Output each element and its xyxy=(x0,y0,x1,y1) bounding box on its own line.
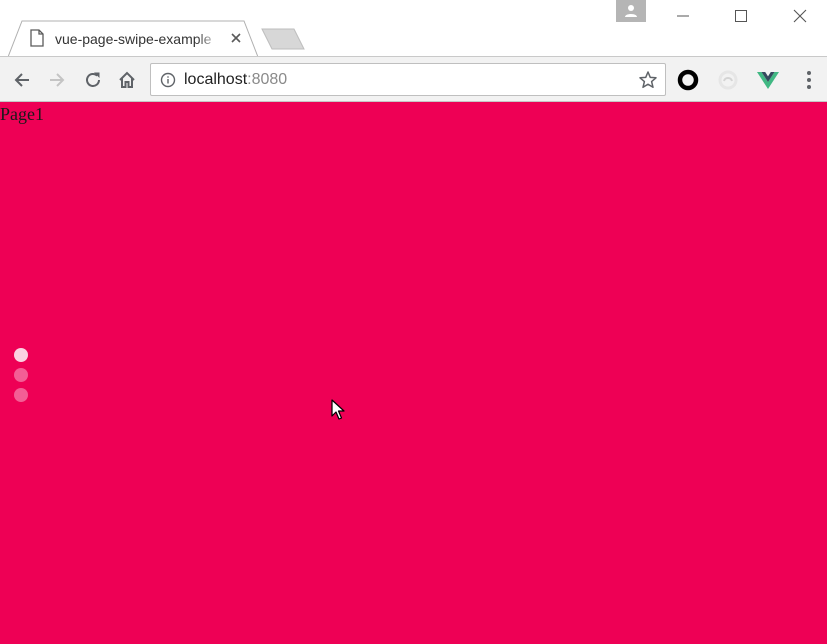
url-host: localhost xyxy=(184,71,248,88)
reload-button[interactable] xyxy=(80,67,106,93)
tab-title: vue-page-swipe-example xyxy=(55,31,212,47)
new-tab-icon[interactable] xyxy=(260,28,306,50)
vue-devtools-icon xyxy=(757,72,779,89)
ghost-extension-button[interactable] xyxy=(716,68,740,92)
vue-devtools-button[interactable] xyxy=(756,68,780,92)
minimize-icon xyxy=(677,15,689,17)
close-icon xyxy=(793,9,807,23)
arrow-right-icon xyxy=(50,73,65,87)
ghost-extension-icon xyxy=(718,70,738,90)
home-icon xyxy=(119,71,135,88)
maximize-icon xyxy=(735,10,747,22)
minimize-button[interactable] xyxy=(654,0,712,32)
url-port: :8080 xyxy=(247,71,288,88)
info-icon[interactable] xyxy=(160,72,176,88)
browser-window: vue-page-swipe-example localhost:8080 Pa… xyxy=(0,0,827,644)
mouse-cursor-icon xyxy=(331,399,345,420)
pagination-dot-2[interactable] xyxy=(14,368,28,382)
browser-toolbar: localhost:8080 xyxy=(0,56,827,102)
close-icon[interactable] xyxy=(229,31,243,45)
page-viewport[interactable]: Page1 xyxy=(0,102,827,644)
maximize-button[interactable] xyxy=(712,0,770,32)
ring-extension-button[interactable] xyxy=(676,68,700,92)
more-vertical-icon[interactable] xyxy=(798,67,820,93)
back-button[interactable] xyxy=(9,67,35,93)
forward-button[interactable] xyxy=(44,67,70,93)
tab-strip: vue-page-swipe-example xyxy=(0,0,827,57)
star-icon[interactable] xyxy=(638,70,658,90)
tab-active[interactable]: vue-page-swipe-example xyxy=(8,20,258,57)
address-url[interactable]: localhost:8080 xyxy=(184,71,287,89)
window-close-button[interactable] xyxy=(771,0,827,32)
profile-button[interactable] xyxy=(616,0,646,22)
pagination-dot-3[interactable] xyxy=(14,388,28,402)
ring-extension-icon xyxy=(677,69,699,91)
page-title: Page1 xyxy=(0,104,44,124)
home-button[interactable] xyxy=(114,67,140,93)
address-bar[interactable]: localhost:8080 xyxy=(150,63,666,96)
reload-icon xyxy=(86,72,100,87)
page-pagination xyxy=(14,348,28,404)
person-icon xyxy=(625,5,637,17)
page-icon xyxy=(30,29,44,47)
arrow-left-icon xyxy=(14,73,29,87)
pagination-dot-1[interactable] xyxy=(14,348,28,362)
